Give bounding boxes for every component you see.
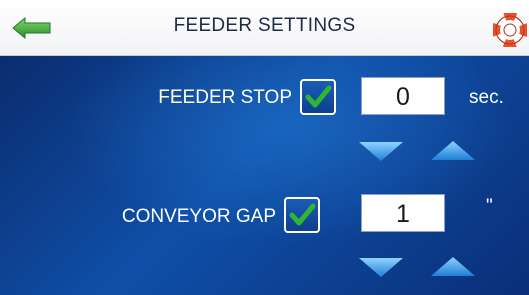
down-arrow-icon xyxy=(359,258,403,277)
lifebuoy-icon xyxy=(492,12,528,48)
feeder-stop-checkbox[interactable] xyxy=(300,79,336,115)
down-arrow-icon xyxy=(359,142,403,161)
checkmark-icon xyxy=(289,203,316,226)
conveyor-gap-label: CONVEYOR GAP xyxy=(121,206,276,227)
conveyor-gap-decrease-button[interactable] xyxy=(358,256,404,278)
help-button[interactable] xyxy=(492,12,528,48)
feeder-stop-value-field[interactable]: 0 xyxy=(361,77,445,115)
page-title: FEEDER SETTINGS xyxy=(173,15,356,36)
conveyor-gap-unit: " xyxy=(486,196,493,217)
up-arrow-icon xyxy=(431,141,475,160)
feeder-stop-decrease-button[interactable] xyxy=(358,140,404,162)
conveyor-gap-value-field[interactable]: 1 xyxy=(361,194,445,232)
feeder-stop-increase-button[interactable] xyxy=(430,140,476,162)
up-arrow-icon xyxy=(431,257,475,276)
feeder-stop-label: FEEDER STOP xyxy=(158,87,292,108)
conveyor-gap-increase-button[interactable] xyxy=(430,256,476,278)
settings-panel: FEEDER STOP 0 sec. CONVEYOR GAP 1 " xyxy=(0,56,529,295)
header-bar: FEEDER SETTINGS xyxy=(0,0,529,56)
conveyor-gap-checkbox[interactable] xyxy=(284,197,320,233)
feeder-stop-unit: sec. xyxy=(469,87,504,108)
checkmark-icon xyxy=(305,85,332,108)
